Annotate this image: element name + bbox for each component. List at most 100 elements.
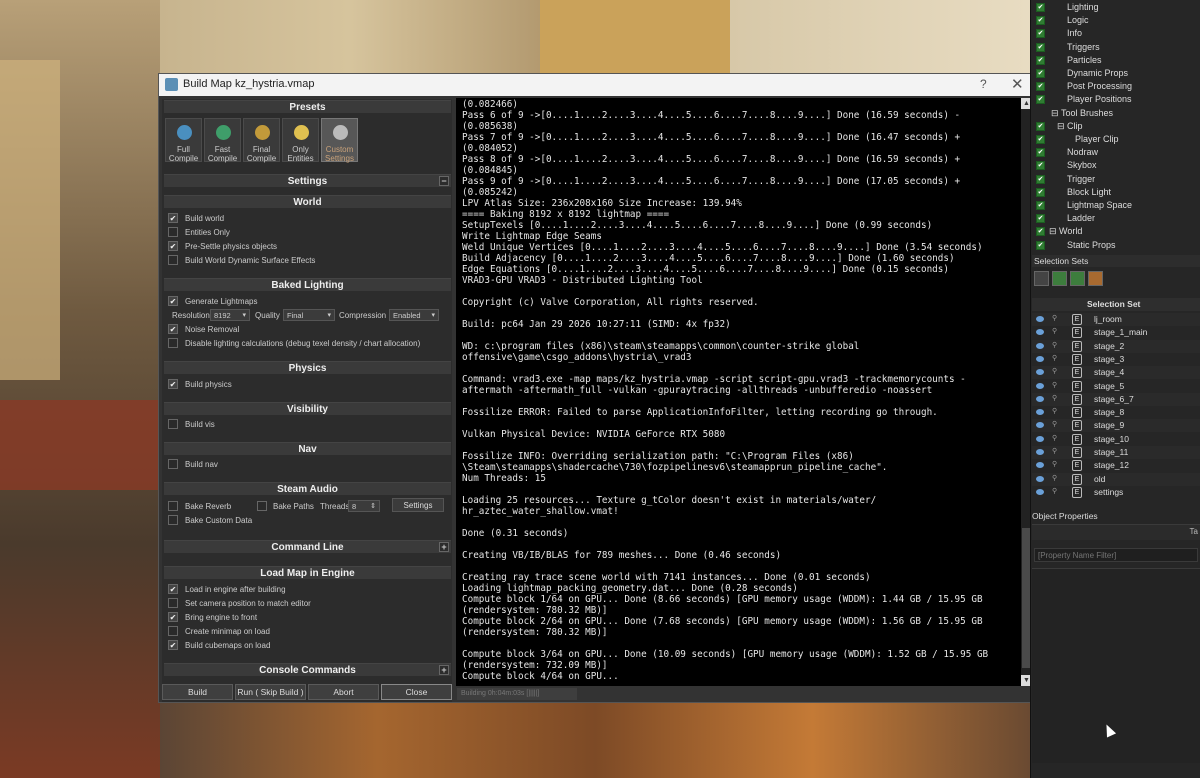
selection-set-row[interactable]: ⚲ Estage_3	[1032, 353, 1200, 366]
lock-icon[interactable]: ⚲	[1052, 368, 1062, 375]
option-checkbox[interactable]: ✔	[168, 640, 178, 650]
visibility-checkbox[interactable]: ✔	[1036, 121, 1045, 131]
threads-spinbox[interactable]: 8 ⇕	[348, 500, 380, 512]
visibility-checkbox[interactable]: ✔	[1036, 16, 1045, 26]
eye-icon[interactable]	[1036, 488, 1044, 495]
tree-item[interactable]: ✔ Logic	[1031, 14, 1200, 27]
visibility-checkbox[interactable]: ✔	[1036, 240, 1045, 250]
selection-set-icon[interactable]	[1034, 271, 1049, 286]
visibility-checkbox[interactable]: ✔	[1036, 3, 1045, 12]
eye-icon[interactable]	[1036, 449, 1044, 455]
settings-collapse-button[interactable]: −	[439, 176, 449, 186]
disable-lighting-checkbox[interactable]	[168, 338, 178, 348]
bake-paths-checkbox[interactable]	[257, 501, 267, 511]
selection-set-row[interactable]: ⚲ Estage_11	[1032, 446, 1200, 459]
option-checkbox[interactable]	[168, 626, 178, 636]
option-checkbox[interactable]	[168, 227, 178, 237]
selection-set-row[interactable]: ⚲ Estage_2	[1032, 339, 1200, 353]
selection-set-row[interactable]: ⚲ Estage_8	[1032, 406, 1200, 419]
selection-set-row[interactable]: ⚲ Esettings	[1032, 486, 1200, 499]
add-to-set-icon[interactable]	[1070, 271, 1085, 286]
visibility-checkbox[interactable]: ✔	[1036, 82, 1045, 92]
selection-set-row[interactable]: ⚲ Estage_10	[1032, 433, 1200, 446]
eye-icon[interactable]	[1036, 355, 1044, 362]
property-name-filter-input[interactable]	[1034, 548, 1198, 562]
option-checkbox[interactable]	[168, 598, 178, 608]
console-commands-expand-button[interactable]: +	[439, 665, 449, 675]
tree-item[interactable]: ✔ Particles	[1031, 54, 1200, 67]
option-checkbox[interactable]	[168, 255, 178, 265]
preset-button[interactable]: Custom Settings	[321, 118, 358, 163]
run-skip-build-button[interactable]: Run ( Skip Build )	[235, 684, 306, 700]
tree-item[interactable]: ✔ Dynamic Props	[1031, 67, 1200, 80]
command-line-header[interactable]: Command Line +	[164, 540, 451, 553]
noise-removal-checkbox[interactable]: ✔	[168, 324, 178, 334]
tree-item-clip[interactable]: ✔ ⊟ Clip	[1031, 120, 1200, 133]
build-button[interactable]: Build	[162, 684, 233, 700]
abort-button[interactable]: Abort	[308, 684, 379, 700]
tree-item[interactable]: ✔ Trigger	[1031, 173, 1200, 186]
eye-icon[interactable]	[1036, 435, 1044, 442]
build-physics-checkbox[interactable]: ✔	[168, 379, 178, 389]
lock-icon[interactable]: ⚲	[1052, 382, 1062, 389]
visibility-checkbox[interactable]: ✔	[1036, 201, 1045, 210]
help-button[interactable]: ?	[980, 77, 987, 91]
quality-select[interactable]: Final ▾	[283, 309, 335, 321]
build-nav-checkbox[interactable]	[168, 459, 178, 469]
option-checkbox[interactable]: ✔	[168, 241, 178, 251]
selection-set-row[interactable]: ⚲ Estage_6_7	[1032, 392, 1200, 406]
console-output[interactable]: (0.082466) Pass 6 of 9 ->[0....1....2...…	[456, 98, 1021, 686]
tree-item[interactable]: ✔ Info	[1031, 27, 1200, 40]
preset-button[interactable]: Fast Compile	[204, 118, 241, 163]
close-button[interactable]: Close	[381, 684, 452, 700]
visibility-checkbox[interactable]: ✔	[1036, 161, 1045, 171]
lock-icon[interactable]: ⚲	[1052, 355, 1062, 362]
tree-item[interactable]: ✔ Post Processing	[1031, 80, 1200, 93]
eye-icon[interactable]	[1036, 395, 1044, 402]
lock-icon[interactable]: ⚲	[1052, 461, 1062, 468]
selection-set-row[interactable]: ⚲ Estage_12	[1032, 459, 1200, 472]
bake-custom-data-checkbox[interactable]	[168, 515, 178, 525]
tree-item[interactable]: ✔ Triggers	[1031, 41, 1200, 54]
selection-set-row[interactable]: ⚲ Estage_1_main	[1032, 326, 1200, 339]
eye-icon[interactable]	[1036, 316, 1044, 322]
visibility-checkbox[interactable]: ✔	[1036, 55, 1045, 65]
selection-set-row[interactable]: ⚲ Estage_4	[1032, 366, 1200, 380]
tree-item[interactable]: ✔ Lightmap Space	[1031, 199, 1200, 212]
resolution-select[interactable]: 8192 ▾	[210, 309, 250, 321]
option-checkbox[interactable]: ✔	[168, 584, 178, 594]
lock-icon[interactable]: ⚲	[1052, 448, 1062, 455]
expand-toggle-icon[interactable]: ⊟	[1049, 225, 1057, 238]
lock-icon[interactable]: ⚲	[1052, 408, 1062, 415]
visibility-checkbox[interactable]: ✔	[1036, 187, 1045, 197]
expand-toggle-icon[interactable]: ⊟	[1057, 120, 1065, 133]
selection-set-row[interactable]: ⚲ Estage_5	[1032, 380, 1200, 393]
selection-set-row[interactable]: ⚲ Estage_9	[1032, 419, 1200, 433]
grid-icon[interactable]	[1088, 271, 1103, 286]
lock-icon[interactable]: ⚲	[1052, 342, 1062, 349]
eye-icon[interactable]	[1036, 409, 1044, 416]
visibility-checkbox[interactable]: ✔	[1036, 95, 1045, 105]
eye-icon[interactable]	[1036, 422, 1044, 429]
steam-audio-settings-button[interactable]: Settings	[392, 498, 444, 512]
command-line-expand-button[interactable]: +	[439, 542, 449, 552]
generate-lightmaps-checkbox[interactable]: ✔	[168, 296, 178, 306]
option-checkbox[interactable]: ✔	[168, 213, 178, 223]
tree-item[interactable]: ✔ Nodraw	[1031, 146, 1200, 159]
selection-set-row[interactable]: ⚲ Eold	[1032, 472, 1200, 486]
bake-reverb-checkbox[interactable]	[168, 501, 178, 511]
eye-icon[interactable]	[1036, 382, 1044, 389]
eye-icon[interactable]	[1036, 342, 1044, 349]
visibility-checkbox[interactable]: ✔	[1036, 174, 1045, 184]
selection-set-row[interactable]: ⚲ Elj_room	[1032, 313, 1200, 326]
compression-select[interactable]: Enabled ▾	[389, 309, 439, 321]
lock-icon[interactable]: ⚲	[1052, 421, 1062, 428]
tree-item-world[interactable]: ✔ ⊟ World	[1031, 225, 1200, 238]
tree-item[interactable]: ✔ Ladder	[1031, 212, 1200, 225]
lock-icon[interactable]: ⚲	[1052, 315, 1062, 322]
visibility-checkbox[interactable]: ✔	[1036, 214, 1045, 224]
tree-item[interactable]: ✔ Skybox	[1031, 159, 1200, 172]
build-vis-checkbox[interactable]	[168, 419, 178, 429]
tree-item[interactable]: ✔ Block Light	[1031, 186, 1200, 199]
preset-button[interactable]: Final Compile	[243, 118, 280, 163]
